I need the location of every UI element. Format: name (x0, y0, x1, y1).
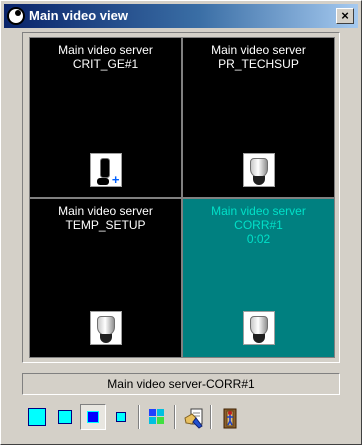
cell-camera-label: CRIT_GE#1 (72, 57, 139, 71)
cell-server-label: Main video server (58, 204, 153, 218)
layout-3x3-button[interactable] (80, 404, 106, 430)
cell-camera-label: CORR#1 (234, 218, 283, 232)
title-bar[interactable]: Main video view × (4, 4, 358, 28)
video-cell-pr-techsup[interactable]: Main video server PR_TECHSUP (182, 37, 335, 198)
toolbar-separator (174, 405, 176, 429)
toolbar (22, 401, 340, 435)
video-grid: Main video server CRIT_GE#1 + Main video… (29, 37, 335, 358)
cyan-square-icon (58, 410, 72, 424)
status-bar: Main video server-CORR#1 (22, 373, 340, 395)
cyan-square-icon (28, 408, 46, 426)
window-title: Main video view (29, 8, 128, 23)
dome-camera-icon (242, 153, 275, 187)
toolbar-separator (210, 405, 212, 429)
layout-quad-button[interactable] (144, 404, 170, 430)
cell-server-label: Main video server (211, 204, 306, 218)
cell-timer: 0:02 (246, 232, 271, 246)
layout-2x2-button[interactable] (52, 404, 78, 430)
dome-camera-icon (242, 311, 275, 345)
properties-button[interactable] (180, 404, 206, 430)
video-cell-temp-setup[interactable]: Main video server TEMP_SETUP (29, 198, 182, 358)
camera-lens-icon (7, 7, 25, 25)
cyan-square-icon (116, 412, 126, 422)
blue-square-icon (87, 411, 99, 423)
main-video-view-window: Main video view × Main video server CRIT… (0, 0, 362, 445)
cell-server-label: Main video server (211, 43, 306, 57)
layout-1x1-button[interactable] (24, 404, 50, 430)
exit-button[interactable] (216, 404, 242, 430)
close-button[interactable]: × (336, 8, 354, 24)
hand-document-icon (184, 408, 203, 429)
ptz-camera-icon: + (89, 153, 122, 187)
layout-4x4-button[interactable] (108, 404, 134, 430)
door-exit-icon (223, 408, 237, 429)
video-cell-corr[interactable]: Main video server CORR#1 0:02 (182, 198, 335, 358)
cell-camera-label: PR_TECHSUP (218, 57, 299, 71)
cell-camera-label: TEMP_SETUP (65, 218, 146, 232)
toolbar-separator (138, 405, 140, 429)
cell-server-label: Main video server (58, 43, 153, 57)
video-grid-frame: Main video server CRIT_GE#1 + Main video… (22, 32, 340, 363)
video-cell-crit-ge[interactable]: Main video server CRIT_GE#1 + (29, 37, 182, 198)
multicolor-grid-icon (149, 409, 165, 425)
dome-camera-icon (89, 311, 122, 345)
